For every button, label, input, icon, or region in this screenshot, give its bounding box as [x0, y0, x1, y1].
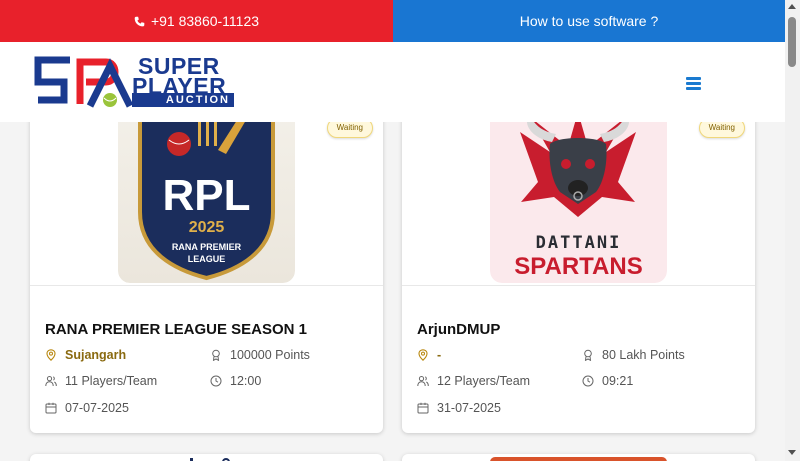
- date-text: 31-07-2025: [437, 401, 501, 415]
- clock-icon: [210, 375, 222, 387]
- date-text: 07-07-2025: [65, 401, 129, 415]
- time-text: 09:21: [602, 374, 634, 388]
- how-to-use-label: How to use software ?: [519, 13, 659, 29]
- top-bar: +91 83860-11123 How to use software ?: [0, 0, 785, 42]
- site-logo[interactable]: SUPER PLAYER AUCTION: [34, 54, 235, 109]
- spa-logo-mark: [34, 56, 134, 108]
- location-info: Sujangarh: [45, 348, 126, 362]
- users-icon: [417, 376, 429, 387]
- rpl-year: 2025: [189, 219, 225, 236]
- phone-number: +91 83860-11123: [150, 13, 260, 29]
- location-info: -: [417, 348, 441, 362]
- points-text: 80 Lakh Points: [602, 348, 685, 362]
- award-icon: [212, 349, 220, 361]
- spartans-line2: SPARTANS: [514, 253, 642, 280]
- date-info: 31-07-2025: [417, 401, 501, 415]
- players-info: 11 Players/Team: [45, 374, 157, 388]
- calendar-icon: [417, 402, 429, 414]
- auction-image: [190, 458, 230, 461]
- calendar-icon: [45, 402, 57, 414]
- auction-image: [490, 457, 667, 461]
- scroll-down-arrow-icon[interactable]: [788, 450, 796, 455]
- spartans-line1: DATTANI: [536, 233, 622, 253]
- how-to-use-link[interactable]: How to use software ?: [393, 0, 785, 42]
- rpl-line2: LEAGUE: [188, 254, 226, 264]
- site-header: SUPER PLAYER AUCTION: [0, 42, 785, 122]
- players-text: 11 Players/Team: [65, 374, 158, 388]
- location-pin-icon: [418, 349, 428, 361]
- time-info: 09:21: [582, 374, 633, 388]
- points-info: 100000 Points: [210, 348, 310, 362]
- hamburger-menu-icon[interactable]: [686, 77, 701, 90]
- rpl-acronym: RPL: [163, 171, 251, 220]
- players-text: 12 Players/Team: [437, 374, 531, 388]
- players-info: 12 Players/Team: [417, 374, 530, 388]
- auction-card[interactable]: [30, 454, 383, 461]
- points-info: 80 Lakh Points: [582, 348, 685, 362]
- phone-icon: [134, 16, 145, 26]
- auction-title: RANA PREMIER LEAGUE SEASON 1: [45, 321, 307, 338]
- auction-card[interactable]: RPL 2025 RANA PREMIER LEAGUE Waiting RAN…: [30, 92, 383, 433]
- auction-card[interactable]: DATTANI SPARTANS Waiting ArjunDMUP - 80 …: [402, 92, 755, 433]
- location-text: -: [437, 348, 442, 362]
- page: +91 83860-11123 How to use software ? RP…: [0, 0, 800, 461]
- location-text: Sujangarh: [65, 348, 127, 362]
- location-pin-icon: [46, 349, 56, 361]
- scroll-up-arrow-icon[interactable]: [788, 4, 796, 9]
- time-info: 12:00: [210, 374, 261, 388]
- clock-icon: [582, 375, 594, 387]
- points-text: 100000 Points: [230, 348, 310, 362]
- time-text: 12:00: [230, 374, 262, 388]
- scrollbar-thumb[interactable]: [788, 17, 796, 67]
- auction-card[interactable]: [402, 454, 755, 461]
- logo-auction-text: AUCTION: [132, 93, 234, 107]
- users-icon: [45, 376, 57, 387]
- award-icon: [584, 349, 592, 361]
- date-info: 07-07-2025: [45, 401, 129, 415]
- auction-title: ArjunDMUP: [417, 321, 501, 338]
- rpl-line1: RANA PREMIER: [172, 242, 242, 252]
- phone-link[interactable]: +91 83860-11123: [0, 0, 393, 42]
- scrollbar[interactable]: [785, 0, 800, 461]
